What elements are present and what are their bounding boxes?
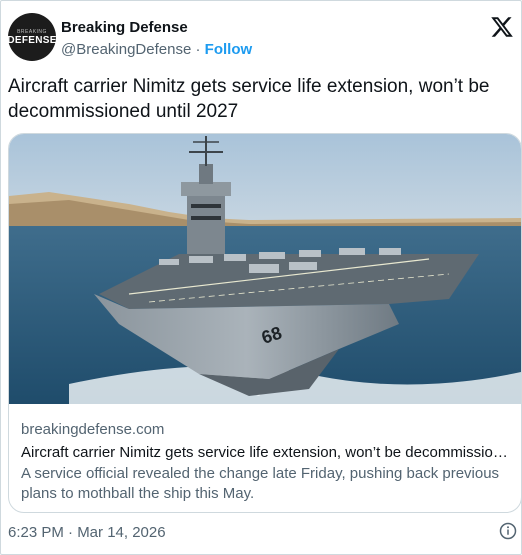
x-logo-icon[interactable] [490, 15, 514, 39]
separator: · [195, 41, 201, 58]
card-title: Aircraft carrier Nimitz gets service lif… [21, 444, 511, 461]
info-icon[interactable] [499, 522, 517, 540]
author-name[interactable]: Breaking Defense [61, 19, 188, 36]
follow-button[interactable]: Follow [205, 41, 253, 58]
card-domain: breakingdefense.com [21, 421, 165, 438]
avatar-text-big: DEFENSE [7, 34, 57, 46]
tweet-text: Aircraft carrier Nimitz gets service lif… [8, 76, 490, 122]
avatar[interactable]: BREAKING DEFENSE [7, 13, 57, 61]
card-image[interactable]: 68 [9, 134, 521, 404]
card-description: A service official revealed the change l… [21, 465, 500, 502]
author-handle-row: @BreakingDefense · Follow [61, 41, 252, 58]
author-handle[interactable]: @BreakingDefense [61, 41, 191, 58]
link-card[interactable]: 68 breakingdefense.com Aircraft carrier … [8, 133, 522, 513]
timestamp[interactable]: 6:23 PM · Mar 14, 2026 [8, 524, 166, 541]
